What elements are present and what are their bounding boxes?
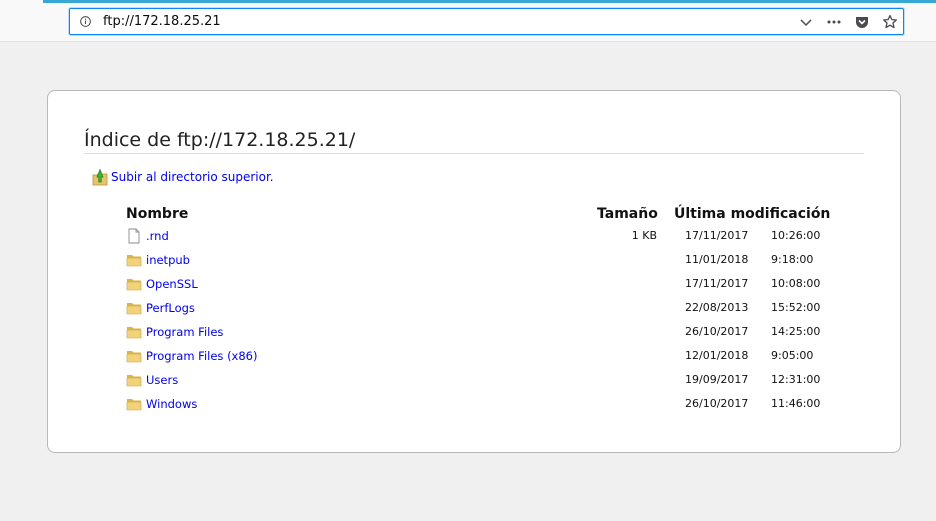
file-name-link[interactable]: inetpub bbox=[146, 253, 190, 267]
file-icon bbox=[126, 228, 142, 244]
file-time: 11:46:00 bbox=[771, 397, 821, 410]
page-title: Índice de ftp://172.18.25.21/ bbox=[84, 129, 356, 151]
file-name-link[interactable]: PerfLogs bbox=[146, 301, 195, 315]
folder-icon bbox=[126, 396, 142, 412]
folder-icon bbox=[126, 348, 142, 364]
file-time: 14:25:00 bbox=[771, 325, 821, 338]
file-name-link[interactable]: Windows bbox=[146, 397, 197, 411]
file-date: 19/09/2017 bbox=[685, 373, 749, 386]
file-row[interactable]: Users 19/09/2017 12:31:00 bbox=[126, 371, 846, 391]
title-divider bbox=[84, 153, 864, 154]
file-date: 12/01/2018 bbox=[685, 349, 749, 362]
file-row[interactable]: Program Files (x86) 12/01/2018 9:05:00 bbox=[126, 347, 846, 367]
column-header-modified[interactable]: Última modificación bbox=[674, 206, 830, 222]
file-name-link[interactable]: .rnd bbox=[146, 229, 169, 243]
page-actions-icon[interactable] bbox=[826, 14, 842, 30]
file-name-link[interactable]: OpenSSL bbox=[146, 277, 198, 291]
file-date: 11/01/2018 bbox=[685, 253, 749, 266]
up-folder-icon[interactable] bbox=[92, 168, 108, 186]
info-icon[interactable] bbox=[80, 16, 91, 27]
parent-directory-link[interactable]: Subir al directorio superior. bbox=[92, 167, 274, 187]
file-date: 17/11/2017 bbox=[685, 277, 749, 290]
dropdown-chevron-icon[interactable] bbox=[798, 14, 814, 30]
file-row[interactable]: .rnd 1 KB 17/11/2017 10:26:00 bbox=[126, 227, 846, 247]
file-date: 17/11/2017 bbox=[685, 229, 749, 242]
file-time: 9:18:00 bbox=[771, 253, 814, 266]
file-time: 12:31:00 bbox=[771, 373, 821, 386]
file-time: 15:52:00 bbox=[771, 301, 821, 314]
folder-icon bbox=[126, 300, 142, 316]
bookmark-star-icon[interactable] bbox=[882, 14, 898, 30]
file-size: 1 KB bbox=[631, 229, 657, 242]
file-row[interactable]: inetpub 11/01/2018 9:18:00 bbox=[126, 251, 846, 271]
file-time: 9:05:00 bbox=[771, 349, 814, 362]
browser-toolbar: ftp://172.18.25.21 bbox=[0, 0, 936, 42]
address-bar-url[interactable]: ftp://172.18.25.21 bbox=[103, 14, 221, 29]
file-row[interactable]: Program Files 26/10/2017 14:25:00 bbox=[126, 323, 846, 343]
file-name-link[interactable]: Program Files (x86) bbox=[146, 349, 257, 363]
folder-icon bbox=[126, 252, 142, 268]
file-time: 10:08:00 bbox=[771, 277, 821, 290]
column-header-size[interactable]: Tamaño bbox=[597, 206, 658, 222]
file-date: 22/08/2013 bbox=[685, 301, 749, 314]
file-date: 26/10/2017 bbox=[685, 325, 749, 338]
active-tab-accent bbox=[43, 0, 936, 3]
parent-directory-label[interactable]: Subir al directorio superior. bbox=[111, 170, 274, 184]
column-header-name[interactable]: Nombre bbox=[126, 206, 188, 222]
file-date: 26/10/2017 bbox=[685, 397, 749, 410]
folder-icon bbox=[126, 276, 142, 292]
file-name-link[interactable]: Users bbox=[146, 373, 178, 387]
pocket-icon[interactable] bbox=[854, 14, 870, 30]
folder-icon bbox=[126, 324, 142, 340]
file-row[interactable]: Windows 26/10/2017 11:46:00 bbox=[126, 395, 846, 415]
file-time: 10:26:00 bbox=[771, 229, 821, 242]
folder-icon bbox=[126, 372, 142, 388]
address-bar[interactable]: ftp://172.18.25.21 bbox=[69, 8, 904, 35]
directory-listing-panel: Índice de ftp://172.18.25.21/ Subir al d… bbox=[47, 90, 901, 453]
file-row[interactable]: OpenSSL 17/11/2017 10:08:00 bbox=[126, 275, 846, 295]
file-name-link[interactable]: Program Files bbox=[146, 325, 223, 339]
file-row[interactable]: PerfLogs 22/08/2013 15:52:00 bbox=[126, 299, 846, 319]
